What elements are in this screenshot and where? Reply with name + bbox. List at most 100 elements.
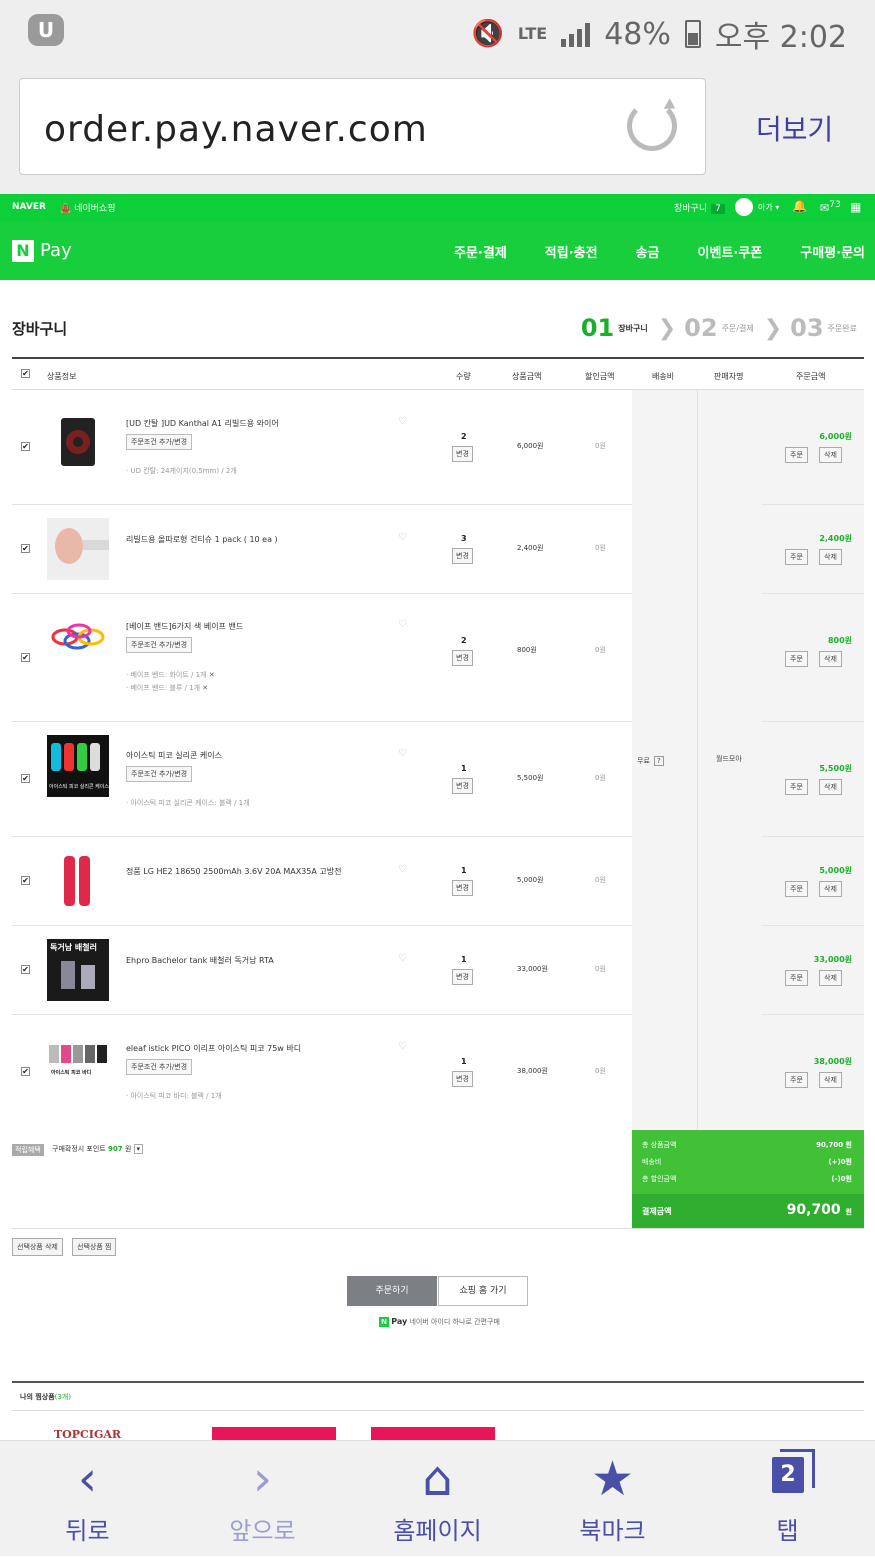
delete-item-button[interactable]: 삭제 (819, 881, 842, 897)
option-change-button[interactable]: 주문조건 추가/변경 (126, 637, 193, 653)
nav-review-inquiry[interactable]: 구매평·문의 (800, 242, 865, 261)
nav-event-coupon[interactable]: 이벤트·쿠폰 (698, 242, 763, 261)
nav-order-payment[interactable]: 주문·결제 (454, 242, 507, 261)
url-text[interactable]: order.pay.naver.com (44, 109, 428, 150)
qty-change-button[interactable]: 변경 (452, 880, 473, 896)
qty-change-button[interactable]: 변경 (452, 778, 473, 794)
qty-change-button[interactable]: 변경 (452, 969, 473, 985)
mail-count: 73 (829, 199, 841, 210)
delete-item-button[interactable]: 삭제 (819, 549, 842, 565)
heart-icon[interactable]: ♡ (398, 864, 407, 875)
option-change-button[interactable]: 주문조건 추가/변경 (126, 1059, 193, 1075)
nav-points-charge[interactable]: 적립·충전 (545, 242, 598, 261)
cart-link[interactable]: 장바구니 7 (674, 201, 725, 214)
item-checkbox[interactable]: ✔ (21, 653, 30, 662)
shopping-home-button[interactable]: 쇼핑 홈 가기 (438, 1276, 528, 1306)
nav-transfer[interactable]: 송금 (636, 242, 660, 261)
heart-icon[interactable]: ♡ (398, 619, 407, 630)
item-discount: 0원 (595, 876, 606, 884)
chevron-right-icon: ❯ (763, 315, 783, 341)
item-checkbox[interactable]: ✔ (21, 876, 30, 885)
item-checkbox[interactable]: ✔ (21, 774, 30, 783)
item-checkbox[interactable]: ✔ (21, 442, 30, 451)
option-change-button[interactable]: 주문조건 추가/변경 (126, 766, 193, 782)
item-price: 5,500원 (517, 774, 544, 782)
table-row: ✔ 정품 LG HE2 18650 2500mAh 3.6V 20A MAX35… (12, 837, 632, 926)
heart-icon[interactable]: ♡ (398, 416, 407, 427)
heart-icon[interactable]: ♡ (398, 532, 407, 543)
order-item-button[interactable]: 주문 (785, 779, 808, 795)
remove-option-icon[interactable]: ✕ (209, 671, 215, 679)
product-name[interactable]: 리빌드용 올따로형 건티슈 1 pack ( 10 ea ) (126, 534, 278, 545)
product-name[interactable]: [UD 칸탈 ]UD Kanthal A1 리빌드용 와이어 (126, 418, 279, 429)
naver-shopping-link[interactable]: 👜 네이버쇼핑 (60, 201, 115, 214)
delete-item-button[interactable]: 삭제 (819, 970, 842, 986)
product-thumbnail[interactable] (47, 518, 109, 580)
qty-change-button[interactable]: 변경 (452, 446, 473, 462)
heart-icon[interactable]: ♡ (398, 1041, 407, 1052)
product-name[interactable]: [베이프 밴드]6가지 색 베이프 밴드 (126, 621, 243, 632)
product-name[interactable]: eleaf istick PICO 이리프 아이스틱 피코 75w 바디 (126, 1043, 301, 1054)
seller-name[interactable]: 월드모아 (716, 754, 742, 764)
more-button[interactable]: 더보기 (756, 108, 833, 148)
order-item-button[interactable]: 주문 (785, 970, 808, 986)
battery-percent: 48% (604, 16, 671, 52)
heart-icon[interactable]: ♡ (398, 748, 407, 759)
reload-icon[interactable] (627, 101, 677, 151)
delete-selected-button[interactable]: 선택상품 삭제 (12, 1238, 63, 1256)
npay-logo-icon[interactable]: N (12, 240, 34, 262)
bookmark-icon: ★ (590, 1451, 635, 1507)
item-checkbox[interactable]: ✔ (21, 965, 30, 974)
product-thumbnail[interactable]: 아이스틱 피코 바디 (47, 1035, 109, 1097)
tabs-label: 탭 (776, 1517, 799, 1545)
order-item-button[interactable]: 주문 (785, 549, 808, 565)
delete-item-button[interactable]: 삭제 (819, 779, 842, 795)
product-thumbnail[interactable]: 독거남 배철러 (47, 939, 109, 1001)
delete-item-button[interactable]: 삭제 (819, 1072, 842, 1088)
mail-icon[interactable]: ✉73 (820, 199, 841, 215)
product-thumbnail[interactable] (47, 412, 109, 474)
chevron-down-icon[interactable]: ▾ (133, 1144, 144, 1154)
order-item-button[interactable]: 주문 (785, 1072, 808, 1088)
avatar[interactable] (735, 198, 753, 216)
product-thumbnail[interactable] (47, 609, 109, 671)
apps-grid-icon[interactable]: ▦ (850, 200, 861, 214)
remove-option-icon[interactable]: ✕ (202, 684, 208, 692)
qty-change-button[interactable]: 변경 (452, 548, 473, 564)
product-name[interactable]: Ehpro Bachelor tank 배철러 독거남 RTA (126, 955, 274, 966)
tabs-button[interactable]: 2 탭 (700, 1441, 875, 1557)
bell-icon[interactable]: 🔔 (792, 199, 807, 213)
url-bar[interactable]: order.pay.naver.com (19, 78, 706, 175)
item-checkbox[interactable]: ✔ (21, 1067, 30, 1076)
product-thumbnail[interactable] (47, 850, 109, 912)
qty-change-button[interactable]: 변경 (452, 1071, 473, 1087)
delete-item-button[interactable]: 삭제 (819, 447, 842, 463)
wish-item-banner[interactable] (371, 1427, 495, 1441)
order-item-button[interactable]: 주문 (785, 447, 808, 463)
divider (12, 1410, 864, 1411)
heart-icon[interactable]: ♡ (398, 953, 407, 964)
forward-button[interactable]: › 앞으로 (175, 1441, 350, 1557)
shipping-help-icon[interactable]: ? (653, 756, 664, 766)
product-name[interactable]: 정품 LG HE2 18650 2500mAh 3.6V 20A MAX35A … (126, 866, 341, 877)
product-thumbnail[interactable]: 아이스틱 피코 실리콘 케이스 (47, 735, 109, 797)
order-item-button[interactable]: 주문 (785, 651, 808, 667)
wish-selected-button[interactable]: 선택상품 찜 (72, 1238, 117, 1256)
item-checkbox[interactable]: ✔ (21, 544, 30, 553)
back-button[interactable]: ‹ 뒤로 (0, 1441, 175, 1557)
select-all-checkbox[interactable]: ✔ (21, 369, 30, 378)
product-name[interactable]: 아이스틱 피코 실리콘 케이스 (126, 750, 222, 761)
wish-item-banner[interactable] (212, 1427, 336, 1441)
option-change-button[interactable]: 주문조건 추가/변경 (126, 434, 193, 450)
naver-logo[interactable]: NAVER (12, 202, 46, 212)
table-row: ✔ 독거남 배철러 Ehpro Bachelor tank 배철러 독거남 RT… (12, 926, 632, 1015)
order-item-button[interactable]: 주문 (785, 881, 808, 897)
user-menu[interactable]: 아가 ▾ (758, 202, 779, 213)
bookmark-button[interactable]: ★ 북마크 (525, 1441, 700, 1557)
order-button[interactable]: 주문하기 (347, 1276, 437, 1306)
qty-change-button[interactable]: 변경 (452, 650, 473, 666)
npay-title[interactable]: Pay (40, 240, 72, 261)
home-button[interactable]: ⌂ 홈페이지 (350, 1441, 525, 1557)
browser-bottom-nav: ‹ 뒤로 › 앞으로 ⌂ 홈페이지 ★ 북마크 2 탭 (0, 1440, 875, 1556)
delete-item-button[interactable]: 삭제 (819, 651, 842, 667)
